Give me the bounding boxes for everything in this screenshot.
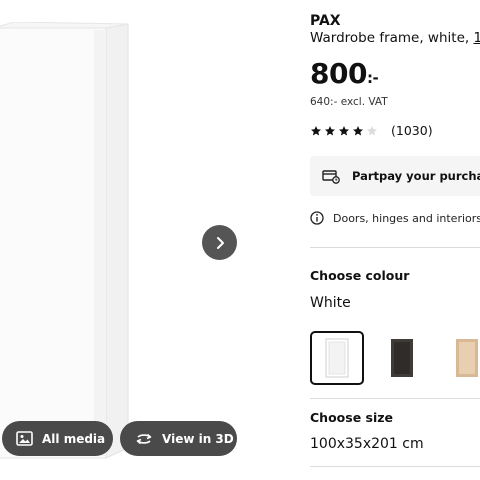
next-image-button[interactable] <box>202 225 237 260</box>
view-in-3d-button[interactable]: View in 3D <box>120 421 237 456</box>
divider <box>310 466 480 467</box>
rotate-3d-icon <box>135 432 153 446</box>
divider <box>310 247 480 248</box>
rating-count: (1030) <box>391 123 433 138</box>
product-brand: PAX <box>310 13 341 29</box>
image-gallery-icon <box>16 431 33 446</box>
partpay-button[interactable]: Partpay your purchase <box>310 156 480 196</box>
divider <box>310 398 480 399</box>
product-media-gallery: All media View in 3D <box>0 0 258 480</box>
all-media-button[interactable]: All media <box>2 421 113 456</box>
swatch-oak-image <box>456 339 478 377</box>
product-image <box>0 22 132 460</box>
price-suffix: :- <box>366 69 379 87</box>
view-in-3d-label: View in 3D <box>162 431 234 446</box>
swatch-dark-brown[interactable] <box>375 331 429 385</box>
info-icon <box>310 211 324 225</box>
all-media-label: All media <box>42 431 106 446</box>
product-rating[interactable]: (1030) <box>310 123 433 138</box>
star-filled-icon <box>353 125 363 135</box>
rating-stars <box>310 125 378 137</box>
partpay-label: Partpay your purchase <box>352 169 480 183</box>
notice-text: Doors, hinges and interiors are <box>333 211 480 225</box>
star-empty-icon <box>367 125 377 135</box>
card-installment-icon <box>322 168 340 184</box>
choose-size-title: Choose size <box>310 410 393 425</box>
swatch-oak[interactable] <box>440 331 480 385</box>
price-value: 800 <box>310 57 367 90</box>
swatch-dark-brown-image <box>391 339 413 377</box>
star-filled-icon <box>311 125 321 135</box>
assembly-notice: Doors, hinges and interiors are <box>310 211 480 225</box>
swatch-white-image <box>325 338 349 378</box>
swatch-white[interactable] <box>310 331 364 385</box>
product-description: Wardrobe frame, white, 10 <box>310 30 480 46</box>
product-dimension-link[interactable]: 10 <box>473 30 480 46</box>
price-excl-vat: 640:- excl. VAT <box>310 96 388 108</box>
product-description-text: Wardrobe frame, white, <box>310 30 470 46</box>
choose-colour-title: Choose colour <box>310 268 410 283</box>
star-filled-icon <box>339 125 349 135</box>
chevron-right-icon <box>216 236 224 249</box>
product-info-panel: PAX Wardrobe frame, white, 10 800:- 640:… <box>310 0 480 480</box>
star-filled-icon <box>325 125 335 135</box>
selected-size: 100x35x201 cm <box>310 436 424 452</box>
product-price: 800:- <box>310 57 379 90</box>
selected-colour: White <box>310 295 351 311</box>
